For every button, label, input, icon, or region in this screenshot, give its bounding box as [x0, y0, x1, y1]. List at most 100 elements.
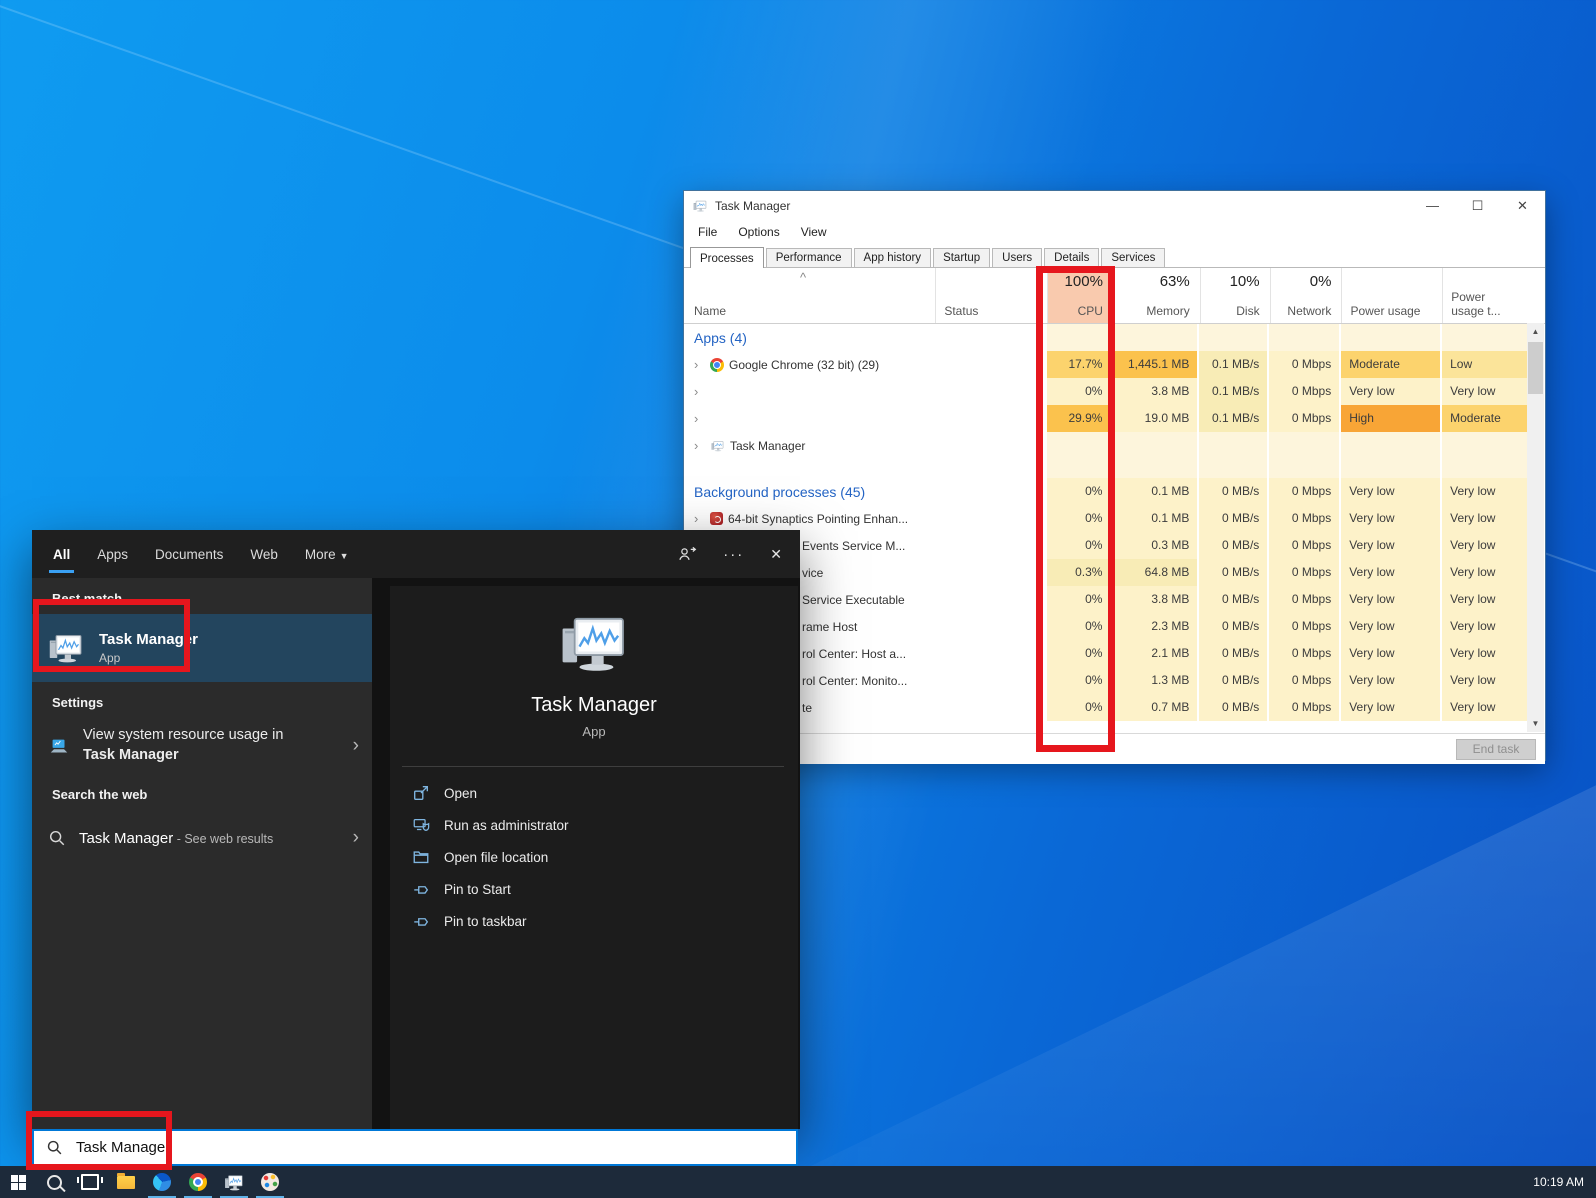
chrome-button[interactable]: [180, 1166, 216, 1198]
settings-result-item[interactable]: View system resource usage in Task Manag…: [32, 718, 372, 774]
network-cell: 0 Mbps: [1269, 351, 1340, 378]
network-cell: 0 Mbps: [1269, 694, 1340, 721]
chrome-icon: [710, 357, 724, 372]
cpu-cell: 0%: [1046, 667, 1111, 694]
search-tab-all[interactable]: All: [48, 541, 75, 573]
tab-performance[interactable]: Performance: [765, 248, 852, 267]
more-options-icon[interactable]: ···: [723, 546, 744, 563]
disk-cell: 0 MB/s: [1199, 586, 1268, 613]
search-tab-documents[interactable]: Documents: [154, 541, 224, 568]
pin-to-taskbar-icon: [414, 918, 429, 926]
search-tab-web[interactable]: Web: [249, 541, 279, 568]
task-manager-icon: [46, 633, 86, 663]
tab-processes[interactable]: Processes: [690, 247, 764, 268]
tab-services[interactable]: Services: [1101, 248, 1166, 267]
expand-chevron-icon[interactable]: ›: [694, 438, 705, 453]
scroll-down-icon[interactable]: ▼: [1527, 715, 1544, 732]
chevron-right-icon: ›: [352, 735, 359, 756]
scrollbar-thumb[interactable]: [1528, 342, 1543, 394]
cpu-cell: 0%: [1046, 694, 1111, 721]
file-explorer-button[interactable]: [108, 1166, 144, 1198]
column-header-memory[interactable]: 63% Memory: [1112, 268, 1198, 323]
cpu-cell: 0%: [1046, 613, 1111, 640]
sort-ascending-icon: ^: [800, 270, 807, 285]
action-pin-to-start[interactable]: Pin to Start: [390, 873, 798, 905]
column-header-power-usage-trend[interactable]: Power usage t...: [1442, 268, 1528, 323]
process-row[interactable]: › 64-bit Synaptics Pointing Enhan... 0% 0.1…: [684, 505, 1528, 532]
close-search-icon[interactable]: ✕: [770, 546, 782, 563]
close-button[interactable]: ✕: [1500, 191, 1545, 221]
expand-chevron-icon[interactable]: ›: [694, 411, 705, 426]
expand-chevron-icon[interactable]: ›: [694, 384, 705, 399]
best-match-item-task-manager[interactable]: Task Manager App: [32, 614, 372, 682]
process-row[interactable]: › 29.9% 19.0 MB 0.1 MB/s 0 Mbps High Moderate: [684, 405, 1528, 432]
task-manager-icon: [223, 1174, 245, 1191]
process-row[interactable]: rol Center: Monito... 0% 1.3 MB 0 MB/s 0 Mbp…: [684, 667, 1528, 694]
task-manager-taskbar-button[interactable]: [216, 1166, 252, 1198]
window-title: Task Manager: [715, 199, 791, 213]
task-view-button[interactable]: [72, 1166, 108, 1198]
disk-cell: 0 MB/s: [1199, 505, 1268, 532]
process-group-row[interactable]: Background processes (45) 0% 0.1 MB 0 MB/s 0…: [684, 478, 1528, 505]
process-row[interactable]: Events Service M... 0% 0.3 MB 0 MB/s 0 Mbps V…: [684, 532, 1528, 559]
task-view-icon: [77, 1174, 103, 1190]
process-row[interactable]: rame Host 0% 2.3 MB 0 MB/s 0 Mbps Very low Ver…: [684, 613, 1528, 640]
expand-chevron-icon[interactable]: ›: [694, 357, 705, 372]
network-cell: 0 Mbps: [1269, 378, 1340, 405]
search-tab-apps[interactable]: Apps: [96, 541, 129, 568]
menu-bar: File Options View: [684, 221, 1545, 243]
process-row[interactable]: te 0% 0.7 MB 0 MB/s 0 Mbps Very low Very low: [684, 694, 1528, 721]
column-header-network[interactable]: 0% Network: [1269, 268, 1340, 323]
menu-item-view[interactable]: View: [801, 225, 827, 239]
taskbar-search-button[interactable]: [36, 1166, 72, 1198]
action-open-file-location[interactable]: Open file location: [390, 841, 798, 873]
action-open[interactable]: Open: [390, 777, 798, 809]
process-row[interactable]: › Task Manager: [684, 432, 1528, 459]
column-header-name[interactable]: ^ Name: [684, 268, 935, 323]
user-account-icon[interactable]: [677, 545, 697, 563]
end-task-button[interactable]: End task: [1456, 739, 1536, 760]
taskbar-search-input[interactable]: Task Manager: [32, 1129, 798, 1166]
web-result-item[interactable]: Task Manager - See web results ›: [32, 810, 372, 866]
column-header-status[interactable]: Status: [935, 268, 1045, 323]
tab-details[interactable]: Details: [1044, 248, 1100, 267]
memory-cell: 3.8 MB: [1112, 586, 1198, 613]
scroll-up-icon[interactable]: ▲: [1527, 323, 1544, 340]
status-cell: [936, 478, 1045, 505]
search-input-value: Task Manager: [76, 1139, 171, 1156]
process-row[interactable]: › Google Chrome (32 bit) (29) 17.7% 1,445.1…: [684, 351, 1528, 378]
search-tab-more[interactable]: More ▼: [304, 541, 350, 568]
blue-app-button[interactable]: [144, 1166, 180, 1198]
action-run-as-administrator[interactable]: Run as administrator: [390, 809, 798, 841]
scrollbar[interactable]: ▲ ▼: [1527, 323, 1544, 732]
maximize-button[interactable]: ☐: [1455, 191, 1500, 221]
action-pin-to-taskbar[interactable]: Pin to taskbar: [390, 905, 798, 937]
network-cell: 0 Mbps: [1269, 559, 1340, 586]
process-row[interactable]: rol Center: Host a... 0% 2.1 MB 0 MB/s 0 Mbp…: [684, 640, 1528, 667]
tab-startup[interactable]: Startup: [933, 248, 991, 267]
column-header-power-usage[interactable]: Power usage: [1341, 268, 1440, 323]
chevron-right-icon: ›: [352, 827, 359, 848]
status-cell: [936, 694, 1045, 721]
menu-item-options[interactable]: Options: [738, 225, 779, 239]
start-button[interactable]: [0, 1166, 36, 1198]
process-row[interactable]: vice 0.3% 64.8 MB 0 MB/s 0 Mbps Very low Very …: [684, 559, 1528, 586]
column-header-disk[interactable]: 10% Disk: [1199, 268, 1268, 323]
process-row[interactable]: › 0% 3.8 MB 0.1 MB/s 0 Mbps Very low Very low: [684, 378, 1528, 405]
title-bar[interactable]: Task Manager — ☐ ✕: [684, 191, 1545, 221]
power-usage-cell: Very low: [1341, 640, 1441, 667]
tab-app-history[interactable]: App history: [853, 248, 932, 267]
tab-users[interactable]: Users: [992, 248, 1043, 267]
search-preview-pane: Task Manager App Open Run as administrat…: [372, 578, 800, 1129]
expand-chevron-icon[interactable]: ›: [694, 511, 705, 526]
column-header-cpu[interactable]: 100% CPU: [1047, 268, 1111, 323]
process-group-row[interactable]: Apps (4): [684, 324, 1528, 351]
network-cell: 0 Mbps: [1269, 505, 1340, 532]
process-row[interactable]: Service Executable 0% 3.8 MB 0 MB/s 0 Mbps Ve…: [684, 586, 1528, 613]
menu-item-file[interactable]: File: [698, 225, 717, 239]
minimize-button[interactable]: —: [1410, 191, 1455, 221]
power-trend-cell: Very low: [1442, 532, 1528, 559]
power-usage-cell: High: [1341, 405, 1441, 432]
cpu-cell: 0%: [1046, 478, 1111, 505]
paint-app-button[interactable]: [252, 1166, 288, 1198]
